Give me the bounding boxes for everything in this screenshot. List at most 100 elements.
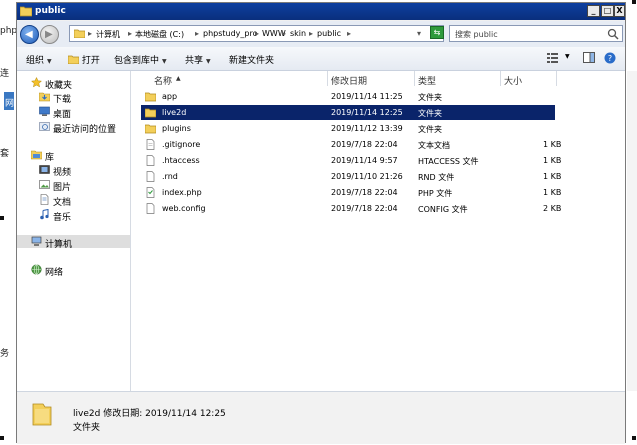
file-name: .rnd bbox=[162, 172, 178, 181]
breadcrumb-phpstudy[interactable]: phpstudy_pro bbox=[203, 29, 258, 38]
preview-pane-icon[interactable] bbox=[583, 52, 595, 63]
file-row[interactable]: .gitignore 2019/7/18 22:04 文本文档 1 KB bbox=[141, 137, 561, 152]
file-type: 文件夹 bbox=[418, 109, 442, 118]
nav-libraries[interactable]: 库 bbox=[45, 150, 54, 163]
star-icon bbox=[31, 77, 42, 88]
new-folder-button[interactable]: 新建文件夹 bbox=[229, 53, 274, 66]
pictures-icon bbox=[39, 180, 50, 189]
file-size: 2 KB bbox=[543, 204, 562, 213]
file-row[interactable]: app 2019/11/14 11:25 文件夹 bbox=[141, 89, 555, 104]
nav-videos[interactable]: 视频 bbox=[53, 165, 71, 178]
back-arrow-icon: ◀ bbox=[25, 29, 33, 40]
nav-computer[interactable]: 计算机 bbox=[45, 237, 72, 250]
documents-icon bbox=[40, 194, 49, 205]
nav-desktop[interactable]: 桌面 bbox=[53, 107, 71, 120]
file-date: 2019/11/12 13:39 bbox=[331, 124, 403, 133]
open-label: 打开 bbox=[81, 56, 100, 66]
file-type: PHP 文件 bbox=[418, 189, 453, 198]
breadcrumb-computer[interactable]: 计算机 bbox=[96, 29, 120, 40]
open-button[interactable]: 打开 bbox=[67, 53, 100, 66]
refresh-button[interactable]: ⇆ bbox=[430, 26, 444, 39]
organize-button[interactable]: 组织 ▼ bbox=[26, 53, 52, 66]
nav-network[interactable]: 网络 bbox=[45, 265, 63, 278]
resize-handle bbox=[632, 436, 636, 440]
file-size: 1 KB bbox=[543, 172, 562, 181]
include-in-library-button[interactable]: 包含到库中 ▼ bbox=[114, 53, 167, 66]
details-type: 文件夹 bbox=[73, 423, 101, 433]
column-header-size[interactable]: 大小 bbox=[501, 71, 557, 87]
share-label: 共享 bbox=[185, 56, 204, 66]
column-header-type[interactable]: 类型 bbox=[415, 71, 501, 87]
chevron-down-icon[interactable]: ▼ bbox=[565, 53, 570, 60]
share-button[interactable]: 共享 ▼ bbox=[185, 53, 211, 66]
file-row[interactable]: web.config 2019/7/18 22:04 CONFIG 文件 2 KB bbox=[141, 201, 561, 216]
file-type: 文件夹 bbox=[418, 93, 442, 102]
address-bar[interactable]: ▸ 计算机 ▸ 本地磁盘 (C:) ▸ phpstudy_pro ▸ WWW ▸… bbox=[69, 25, 444, 42]
column-header-name[interactable]: 名称 ▲ bbox=[141, 71, 328, 87]
php-file-icon bbox=[146, 187, 155, 198]
maximize-button[interactable]: □ bbox=[601, 5, 614, 17]
breadcrumb-separator: ▸ bbox=[128, 29, 133, 38]
close-button[interactable]: X bbox=[614, 5, 625, 17]
back-button[interactable]: ◀ bbox=[20, 25, 39, 44]
help-icon[interactable]: ? bbox=[604, 52, 616, 64]
file-row[interactable]: plugins 2019/11/12 13:39 文件夹 bbox=[141, 121, 555, 136]
column-header-label: 大小 bbox=[504, 77, 523, 87]
breadcrumb-separator: ▸ bbox=[88, 29, 93, 38]
network-icon bbox=[31, 264, 42, 275]
library-icon bbox=[31, 150, 42, 160]
resize-handle bbox=[0, 436, 4, 440]
file-icon bbox=[146, 203, 155, 214]
forward-arrow-icon: ▶ bbox=[45, 29, 53, 40]
file-row[interactable]: live2d 2019/11/14 12:25 文件夹 bbox=[141, 105, 555, 120]
navigation-pane: 收藏夹 下载 桌面 最近访问的位置 库 视频 图片 文档 音乐 计算机 网络 bbox=[17, 71, 131, 391]
nav-recent-places[interactable]: 最近访问的位置 bbox=[53, 122, 116, 135]
nav-pictures[interactable]: 图片 bbox=[53, 180, 71, 193]
chevron-down-icon[interactable]: ▾ bbox=[417, 29, 421, 38]
nav-music[interactable]: 音乐 bbox=[53, 210, 71, 223]
file-date: 2019/11/14 11:25 bbox=[331, 92, 403, 101]
minimize-button[interactable]: _ bbox=[587, 5, 600, 17]
file-icon bbox=[146, 155, 155, 166]
file-type: CONFIG 文件 bbox=[418, 205, 468, 214]
details-date: 2019/11/14 12:25 bbox=[145, 409, 226, 419]
file-date: 2019/11/10 21:26 bbox=[331, 172, 403, 181]
breadcrumb-public[interactable]: public bbox=[317, 29, 341, 38]
file-row[interactable]: .rnd 2019/11/10 21:26 RND 文件 1 KB bbox=[141, 169, 561, 184]
file-row[interactable]: .htaccess 2019/11/14 9:57 HTACCESS 文件 1 KB bbox=[141, 153, 561, 168]
nav-documents[interactable]: 文档 bbox=[53, 195, 71, 208]
breadcrumb-drive[interactable]: 本地磁盘 (C:) bbox=[135, 29, 184, 40]
background-label: 网 bbox=[5, 99, 15, 109]
scrollbar[interactable] bbox=[627, 71, 637, 391]
text-file-icon bbox=[146, 139, 155, 150]
file-date: 2019/7/18 22:04 bbox=[331, 188, 398, 197]
forward-button[interactable]: ▶ bbox=[40, 25, 59, 44]
folder-icon bbox=[145, 92, 156, 102]
file-icon bbox=[146, 171, 155, 182]
computer-icon bbox=[31, 236, 42, 246]
search-icon[interactable] bbox=[607, 28, 619, 40]
file-name: .htaccess bbox=[162, 156, 200, 165]
breadcrumb-skin[interactable]: skin bbox=[290, 29, 306, 38]
view-options-icon[interactable] bbox=[547, 53, 558, 63]
nav-favorites[interactable]: 收藏夹 bbox=[45, 78, 72, 91]
file-type: 文件夹 bbox=[418, 125, 442, 134]
file-row[interactable]: index.php 2019/7/18 22:04 PHP 文件 1 KB bbox=[141, 185, 561, 200]
file-type: RND 文件 bbox=[418, 173, 455, 182]
details-title: live2d 修改日期: 2019/11/14 12:25 bbox=[73, 406, 226, 419]
column-header-label: 修改日期 bbox=[331, 77, 368, 87]
title-bar[interactable]: public _ □ X bbox=[17, 3, 625, 20]
file-date: 2019/11/14 12:25 bbox=[331, 108, 403, 117]
column-header-label: 名称 bbox=[154, 77, 173, 87]
background-label: 套 bbox=[0, 149, 10, 159]
file-date: 2019/7/18 22:04 bbox=[331, 204, 398, 213]
nav-downloads[interactable]: 下载 bbox=[53, 92, 71, 105]
search-input[interactable]: 搜索 public bbox=[449, 25, 623, 42]
column-header-date[interactable]: 修改日期 bbox=[328, 71, 415, 87]
details-pane: live2d 修改日期: 2019/11/14 12:25 文件夹 bbox=[17, 391, 625, 444]
resize-handle bbox=[0, 216, 4, 220]
sort-ascending-icon: ▲ bbox=[176, 75, 181, 82]
folder-icon bbox=[74, 29, 85, 38]
music-icon bbox=[40, 209, 49, 220]
downloads-icon bbox=[39, 92, 50, 102]
